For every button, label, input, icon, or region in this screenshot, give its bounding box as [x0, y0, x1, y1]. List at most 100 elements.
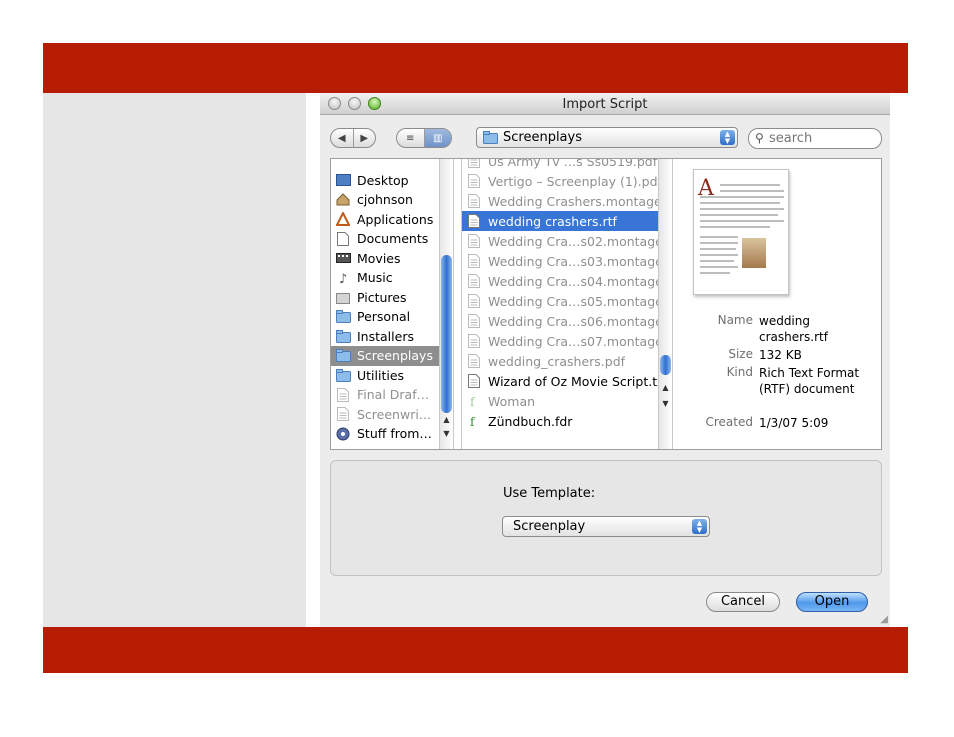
sidebar-item-label: Utilities: [357, 367, 405, 383]
document-icon: [466, 254, 482, 268]
resize-grip-icon[interactable]: ◢: [880, 614, 888, 625]
sidebar-item[interactable]: ♪ Music: [331, 268, 453, 288]
file-list-item-label: Wedding Cra…s03.montage: [488, 253, 663, 269]
scroll-up-arrow-icon[interactable]: ▲: [441, 415, 452, 424]
sidebar-scrollbar[interactable]: ▲ ▼: [439, 159, 453, 449]
file-list-item[interactable]: Wedding Cra…s06.montage: [462, 311, 672, 331]
document-icon: [466, 314, 482, 328]
popup-stepper-icon: ▲ ▼: [692, 519, 707, 534]
column-browser: Desktop cjohnson Applications Documents Movi…: [330, 158, 882, 450]
document-icon: [466, 234, 482, 248]
sidebar-item-label: Installers: [357, 328, 414, 344]
text-icon: [466, 374, 482, 388]
bottom-banner: [43, 627, 908, 673]
file-list-item[interactable]: Wedding Cra…s02.montage: [462, 231, 672, 251]
file-list-item-label: wedding crashers.rtf: [488, 213, 617, 229]
file-list-item[interactable]: wedding_crashers.pdf: [462, 351, 672, 371]
file-list-item-label: Woman: [488, 393, 536, 409]
sidebar-item-label: Final Draf…: [357, 387, 430, 402]
sidebar-item[interactable]: Pictures: [331, 287, 453, 307]
sidebar-item-label: Desktop: [357, 172, 409, 188]
import-script-dialog: Import Script ◀ ▶ ≡ ▥ Screenplays ▲▼ ⚲ D…: [320, 93, 890, 627]
preview-created-value: 1/3/07 5:09: [759, 416, 829, 430]
files-scrollbar[interactable]: ▲ ▼: [658, 159, 672, 449]
search-field[interactable]: ⚲: [748, 128, 882, 149]
search-input[interactable]: [769, 131, 869, 146]
sidebar-column: Desktop cjohnson Applications Documents Movi…: [331, 159, 454, 449]
files-scroll-thumb[interactable]: [660, 355, 671, 375]
file-list-item[interactable]: wedding crashers.rtf: [462, 211, 672, 231]
sidebar-item-label: Movies: [357, 250, 401, 266]
preview-name-value: wedding crashers.rtf: [759, 314, 828, 344]
open-button[interactable]: Open: [796, 592, 868, 612]
file-list-item-label: Wedding Cra…s04.montage: [488, 273, 663, 289]
file-list-item[interactable]: Vertigo – Screenplay (1).pdf: [462, 171, 672, 191]
popup-stepper-icon: ▲ ▼: [720, 130, 735, 145]
preview-photo: [742, 238, 766, 268]
sidebar-item[interactable]: Applications: [331, 209, 453, 229]
desktop-icon: [335, 173, 351, 187]
finaldraft-icon: f: [466, 394, 482, 408]
sidebar-item-label: Music: [357, 270, 393, 285]
file-list-item-label: Wedding Crashers.montage: [488, 193, 662, 209]
sidebar-scroll-thumb[interactable]: [441, 255, 452, 413]
template-panel: Use Template: Screenplay ▲ ▼: [330, 460, 882, 576]
sidebar-item[interactable]: Documents: [331, 229, 453, 249]
file-list-item-label: wedding_crashers.pdf: [488, 353, 626, 369]
file-list-item[interactable]: Wedding Crashers.montage: [462, 191, 672, 211]
pdf-icon: [466, 354, 482, 368]
file-list-item[interactable]: Wizard of Oz Movie Script.txt: [462, 371, 672, 391]
file-list-item[interactable]: f Woman: [462, 391, 672, 411]
preview-created-key: Created: [705, 415, 754, 429]
sidebar-item[interactable]: cjohnson: [331, 190, 453, 210]
file-list-item[interactable]: Wedding Cra…s04.montage: [462, 271, 672, 291]
home-icon: [335, 193, 351, 207]
file-list-item-label: Wedding Cra…s06.montage: [488, 313, 663, 329]
svg-text:f: f: [470, 395, 476, 408]
column-view-button[interactable]: ▥: [424, 129, 451, 147]
file-list-item[interactable]: f Zündbuch.fdr: [462, 411, 672, 431]
sidebar-item[interactable]: Installers: [331, 326, 453, 346]
scroll-up-arrow-icon[interactable]: ▲: [660, 383, 671, 392]
file-list-item[interactable]: Wedding Cra…s07.montage: [462, 331, 672, 351]
back-button[interactable]: ◀: [331, 129, 354, 147]
document-icon: [466, 274, 482, 288]
preview-kind-key: Kind: [726, 365, 753, 379]
sidebar-item[interactable]: Final Draf…: [331, 385, 453, 405]
document-icon: [466, 294, 482, 308]
file-list-item[interactable]: Wedding Cra…s03.montage: [462, 251, 672, 271]
document-icon: [335, 387, 351, 402]
sidebar-item[interactable]: Utilities: [331, 365, 453, 385]
document-icon: [466, 194, 482, 208]
file-list-item-label: Wizard of Oz Movie Script.txt: [488, 373, 670, 389]
file-list-item[interactable]: Us Army Tv …s Ss0519.pdf: [462, 159, 672, 171]
sidebar-item[interactable]: Screenwri…: [331, 404, 453, 424]
sidebar-item-label: Screenwri…: [357, 406, 432, 422]
sidebar-item[interactable]: Movies: [331, 248, 453, 268]
cancel-button[interactable]: Cancel: [706, 592, 780, 612]
search-icon: ⚲: [755, 131, 764, 145]
sidebar-item[interactable]: Stuff from…: [331, 424, 453, 444]
sidebar-item[interactable]: Desktop: [331, 170, 453, 190]
template-select[interactable]: Screenplay ▲ ▼: [502, 516, 710, 537]
path-popup-label: Screenplays: [503, 130, 582, 145]
pdf-icon: [466, 159, 482, 168]
file-list-item[interactable]: Wedding Cra…s05.montage: [462, 291, 672, 311]
forward-button[interactable]: ▶: [354, 129, 376, 147]
document-icon: [335, 407, 351, 421]
applications-icon: [335, 212, 351, 226]
view-mode-group: ≡ ▥: [396, 128, 452, 148]
sidebar-item[interactable]: Personal: [331, 307, 453, 327]
sidebar-item-label: Pictures: [357, 289, 407, 305]
scroll-down-arrow-icon[interactable]: ▼: [441, 429, 452, 438]
sidebar-item-label: Stuff from…: [357, 426, 432, 441]
sidebar-item[interactable]: Screenplays: [331, 345, 453, 366]
scroll-down-arrow-icon[interactable]: ▼: [660, 399, 671, 408]
sidebar-item-label: Applications: [357, 211, 434, 227]
music-icon: ♪: [335, 271, 351, 285]
preview-size-key: Size: [728, 347, 753, 361]
folder-icon: [335, 349, 351, 363]
files-column: Us Army Tv …s Ss0519.pdf Vertigo – Screen…: [461, 159, 673, 449]
path-popup[interactable]: Screenplays ▲ ▼: [476, 127, 738, 148]
list-view-button[interactable]: ≡: [397, 129, 425, 147]
